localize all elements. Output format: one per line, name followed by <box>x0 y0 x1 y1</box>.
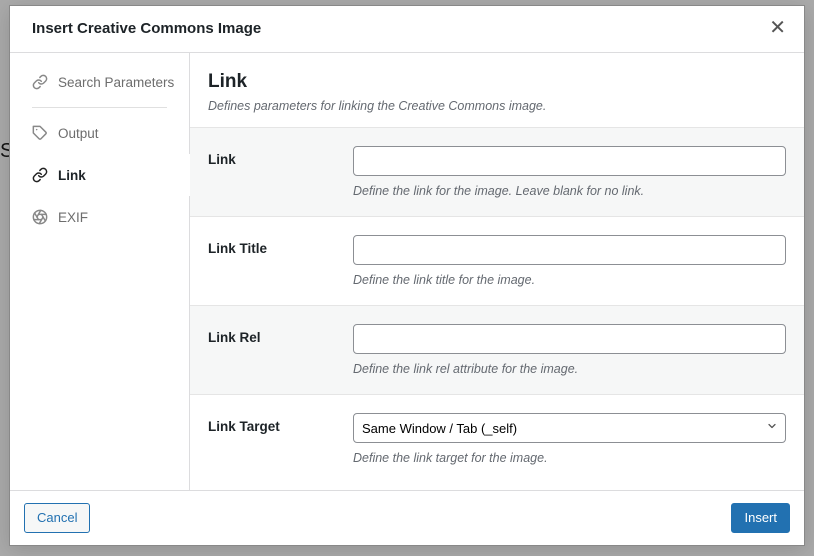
field-controls: Define the link rel attribute for the im… <box>353 324 786 376</box>
content-panel: Link Defines parameters for linking the … <box>190 53 804 490</box>
field-help: Define the link for the image. Leave bla… <box>353 184 786 198</box>
field-label: Link <box>208 146 353 167</box>
link-icon <box>32 167 48 183</box>
link-rel-input[interactable] <box>353 324 786 354</box>
sidebar-item-output[interactable]: Output <box>10 112 189 154</box>
section-title: Link <box>208 71 786 93</box>
field-row-link-target: Link Target Same Window / Tab (_self) De… <box>190 394 804 483</box>
cancel-button[interactable]: Cancel <box>24 503 90 533</box>
sidebar-item-label: Link <box>58 168 86 183</box>
field-help: Define the link target for the image. <box>353 451 786 465</box>
sidebar-item-label: Search Parameters <box>58 75 174 90</box>
section-subtitle: Defines parameters for linking the Creat… <box>208 99 786 113</box>
field-row-link-rel: Link Rel Define the link rel attribute f… <box>190 305 804 394</box>
field-label: Link Rel <box>208 324 353 345</box>
sidebar-item-exif[interactable]: EXIF <box>10 196 189 238</box>
aperture-icon <box>32 209 48 225</box>
sidebar-item-link[interactable]: Link <box>10 154 189 196</box>
field-help: Define the link rel attribute for the im… <box>353 362 786 376</box>
link-title-input[interactable] <box>353 235 786 265</box>
link-target-select[interactable]: Same Window / Tab (_self) <box>353 413 786 443</box>
field-row-link: Link Define the link for the image. Leav… <box>190 127 804 216</box>
insert-button[interactable]: Insert <box>731 503 790 533</box>
field-label: Link Title <box>208 235 353 256</box>
modal-body: Search Parameters Output Link EXIF <box>10 53 804 490</box>
field-controls: Same Window / Tab (_self) Define the lin… <box>353 413 786 465</box>
sidebar-item-label: EXIF <box>58 210 88 225</box>
field-controls: Define the link for the image. Leave bla… <box>353 146 786 198</box>
field-label: Link Target <box>208 413 353 434</box>
link-input[interactable] <box>353 146 786 176</box>
modal-header: Insert Creative Commons Image ✕ <box>10 6 804 53</box>
sidebar-item-label: Output <box>58 126 99 141</box>
modal-title: Insert Creative Commons Image <box>32 20 261 37</box>
modal-footer: Cancel Insert <box>10 490 804 545</box>
close-button[interactable]: ✕ <box>765 16 790 40</box>
sidebar-item-search-parameters[interactable]: Search Parameters <box>10 61 189 103</box>
field-help: Define the link title for the image. <box>353 273 786 287</box>
sidebar-separator <box>32 107 167 108</box>
field-row-link-title: Link Title Define the link title for the… <box>190 216 804 305</box>
close-icon: ✕ <box>769 17 786 39</box>
content-header: Link Defines parameters for linking the … <box>190 53 804 127</box>
insert-cc-image-modal: Insert Creative Commons Image ✕ Search P… <box>9 5 805 546</box>
field-controls: Define the link title for the image. <box>353 235 786 287</box>
tag-icon <box>32 125 48 141</box>
sidebar: Search Parameters Output Link EXIF <box>10 53 190 490</box>
link-icon <box>32 74 48 90</box>
